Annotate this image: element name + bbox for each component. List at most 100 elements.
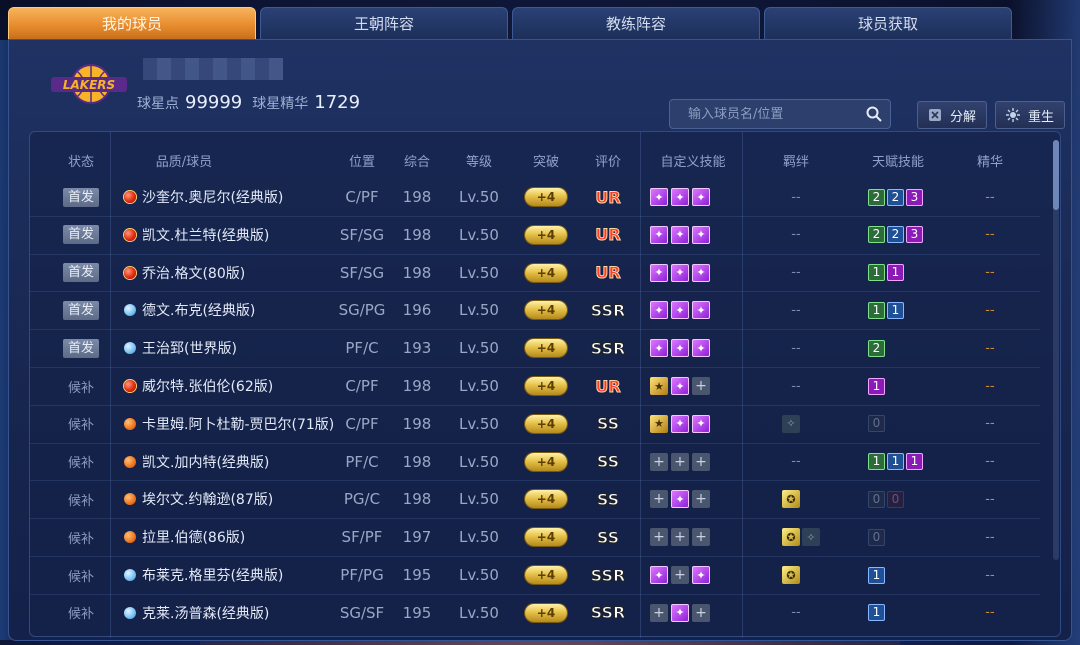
talent-level: 0: [887, 490, 904, 508]
custom-skill-icon[interactable]: +: [650, 490, 668, 509]
custom-skill-icon[interactable]: +: [671, 528, 689, 547]
custom-skill-icon[interactable]: ✦: [692, 301, 710, 320]
custom-skill-icon[interactable]: ✦: [650, 188, 668, 206]
rating-cell: UR: [578, 178, 638, 216]
starter-badge: 首发: [63, 300, 99, 320]
player-row[interactable]: 候补 克莱.汤普森(经典版) SG/SF 195 Lv.50 +4 SSR + ✦…: [30, 594, 1040, 632]
bond-icon[interactable]: ✪: [782, 566, 800, 584]
custom-skill-icon[interactable]: ✦: [650, 566, 668, 584]
bond-icon[interactable]: ✧: [802, 528, 820, 547]
player-row[interactable]: 首发 凯文.杜兰特(经典版) SF/SG 198 Lv.50 +4 UR ✦ ✦ ✦…: [30, 216, 1040, 254]
player-cell[interactable]: 威尔特.张伯伦(62版): [124, 367, 344, 405]
bond-icon[interactable]: ✪: [782, 528, 800, 547]
custom-skill-icon[interactable]: +: [692, 377, 710, 395]
custom-skill-icon[interactable]: ✦: [650, 263, 668, 282]
bond-icon[interactable]: ✧: [782, 414, 800, 433]
custom-skill-icon[interactable]: ✦: [692, 263, 710, 282]
quality-orb-icon: [124, 569, 136, 581]
custom-skill-icon[interactable]: ✦: [650, 301, 668, 320]
custom-skills: + ✦ +: [642, 480, 744, 518]
custom-skill-icon[interactable]: ✦: [671, 188, 689, 206]
bond-icon[interactable]: ✪: [782, 490, 800, 509]
tab-my-players[interactable]: 我的球员: [8, 7, 256, 39]
quality-orb-icon: [124, 493, 136, 506]
custom-skill-icon[interactable]: +: [671, 452, 689, 471]
custom-skill-icon[interactable]: ✦: [692, 566, 710, 584]
reborn-button[interactable]: 重生: [995, 101, 1066, 129]
custom-skill-icon[interactable]: +: [692, 603, 710, 622]
talent-skills: 0: [852, 405, 944, 443]
search-icon[interactable]: [866, 106, 882, 122]
player-row[interactable]: 首发 沙奎尔.奥尼尔(经典版) C/PF 198 Lv.50 +4 UR ✦ ✦ ✦…: [30, 178, 1040, 216]
player-cell[interactable]: 凯文.杜兰特(经典版): [124, 216, 344, 254]
custom-skill-icon[interactable]: ✦: [671, 377, 689, 395]
breakthrough-cell: +4: [516, 405, 576, 443]
player-cell[interactable]: 乔治.格文(80版): [124, 254, 344, 292]
custom-skill-icon[interactable]: ✦: [650, 225, 668, 244]
custom-skill-icon[interactable]: +: [650, 603, 668, 622]
tab-dynasty-lineup[interactable]: 王朝阵容: [260, 7, 508, 39]
scrollbar-thumb[interactable]: [1053, 140, 1059, 210]
custom-skill-icon[interactable]: +: [650, 528, 668, 547]
col-breakthrough: 突破: [532, 154, 559, 170]
player-row[interactable]: 候补 布莱克.格里芬(经典版) PF/PG 195 Lv.50 +4 SSR ✦…: [30, 556, 1040, 594]
custom-skill-icon[interactable]: +: [692, 452, 710, 471]
rating-badge: SSR: [590, 603, 626, 623]
custom-skill-icon[interactable]: ✦: [692, 414, 710, 433]
player-row[interactable]: 候补 威尔特.张伯伦(62版) C/PF 198 Lv.50 +4 UR ★ ✦ +…: [30, 367, 1040, 405]
search-box[interactable]: [669, 99, 891, 129]
decompose-button[interactable]: 分解: [917, 101, 988, 129]
search-input[interactable]: [688, 106, 866, 122]
custom-skill-icon[interactable]: ✦: [671, 225, 689, 244]
custom-skill-icon[interactable]: +: [650, 452, 668, 471]
custom-skill-icon[interactable]: ✦: [671, 603, 689, 622]
custom-skill-icon[interactable]: +: [671, 566, 689, 584]
player-row[interactable]: 首发 德文.布克(经典版) SG/PG 196 Lv.50 +4 SSR ✦ ✦ ✦…: [30, 291, 1040, 329]
rating-cell: SS: [578, 443, 638, 481]
custom-skill-icon[interactable]: ✦: [671, 263, 689, 282]
bond-empty: --: [791, 454, 801, 470]
state-cell: 首发: [58, 254, 104, 292]
custom-skill-icon[interactable]: ★: [650, 377, 668, 395]
player-row[interactable]: 候补 拉里.伯德(86版) SF/PF 197 Lv.50 +4 SS + + + …: [30, 518, 1040, 556]
custom-skills: + + +: [642, 443, 744, 481]
custom-skill-icon[interactable]: ✦: [692, 188, 710, 206]
player-row[interactable]: 候补 埃尔文.约翰逊(87版) PG/C 198 Lv.50 +4 SS + ✦ +…: [30, 480, 1040, 518]
custom-skill-icon[interactable]: ✦: [671, 490, 689, 509]
player-name: 凯文.加内特(经典版): [142, 454, 270, 471]
player-name: 乔治.格文(80版): [142, 265, 246, 282]
player-row[interactable]: 候补 卡里姆.阿卜杜勒-贾巴尔(71版) C/PF 198 Lv.50 +4 S…: [30, 405, 1040, 443]
quality-orb-icon: [124, 191, 136, 203]
custom-skill-icon[interactable]: ✦: [671, 339, 689, 358]
player-row[interactable]: 候补 凯文.加内特(经典版) PF/C 198 Lv.50 +4 SS + + + …: [30, 443, 1040, 481]
player-row[interactable]: 首发 王治郅(世界版) PF/C 193 Lv.50 +4 SSR ✦ ✦ ✦ --…: [30, 329, 1040, 367]
player-cell[interactable]: 王治郅(世界版): [124, 329, 344, 367]
player-cell[interactable]: 埃尔文.约翰逊(87版): [124, 480, 344, 518]
player-cell[interactable]: 克莱.汤普森(经典版): [124, 594, 344, 632]
custom-skill-icon[interactable]: ★: [650, 414, 668, 433]
talent-skills: 0: [852, 518, 944, 556]
tab-player-acquire[interactable]: 球员获取: [764, 7, 1012, 39]
custom-skill-icon[interactable]: +: [692, 528, 710, 547]
essence: --: [985, 265, 995, 281]
tab-coach-lineup[interactable]: 教练阵容: [512, 7, 760, 39]
talent-level: 0: [868, 415, 885, 433]
position: PF/C: [345, 339, 379, 358]
custom-skills: + + +: [642, 518, 744, 556]
custom-skill-icon[interactable]: ✦: [671, 301, 689, 320]
bond-empty: --: [791, 189, 801, 205]
player-row[interactable]: 首发 乔治.格文(80版) SF/SG 198 Lv.50 +4 UR ✦ ✦ ✦ …: [30, 254, 1040, 292]
player-cell[interactable]: 拉里.伯德(86版): [124, 518, 344, 556]
custom-skill-icon[interactable]: ✦: [671, 414, 689, 433]
custom-skill-icon[interactable]: +: [692, 490, 710, 509]
player-cell[interactable]: 凯文.加内特(经典版): [124, 443, 344, 481]
player-cell[interactable]: 德文.布克(经典版): [124, 291, 344, 329]
custom-skill-icon[interactable]: ✦: [692, 339, 710, 358]
player-cell[interactable]: 沙奎尔.奥尼尔(经典版): [124, 178, 344, 216]
custom-skill-icon[interactable]: ✦: [650, 339, 668, 358]
bond-empty: --: [791, 227, 801, 243]
player-cell[interactable]: 卡里姆.阿卜杜勒-贾巴尔(71版): [124, 405, 344, 443]
custom-skill-icon[interactable]: ✦: [692, 225, 710, 244]
talent-skills: 223: [852, 178, 944, 216]
player-cell[interactable]: 布莱克.格里芬(经典版): [124, 556, 344, 594]
